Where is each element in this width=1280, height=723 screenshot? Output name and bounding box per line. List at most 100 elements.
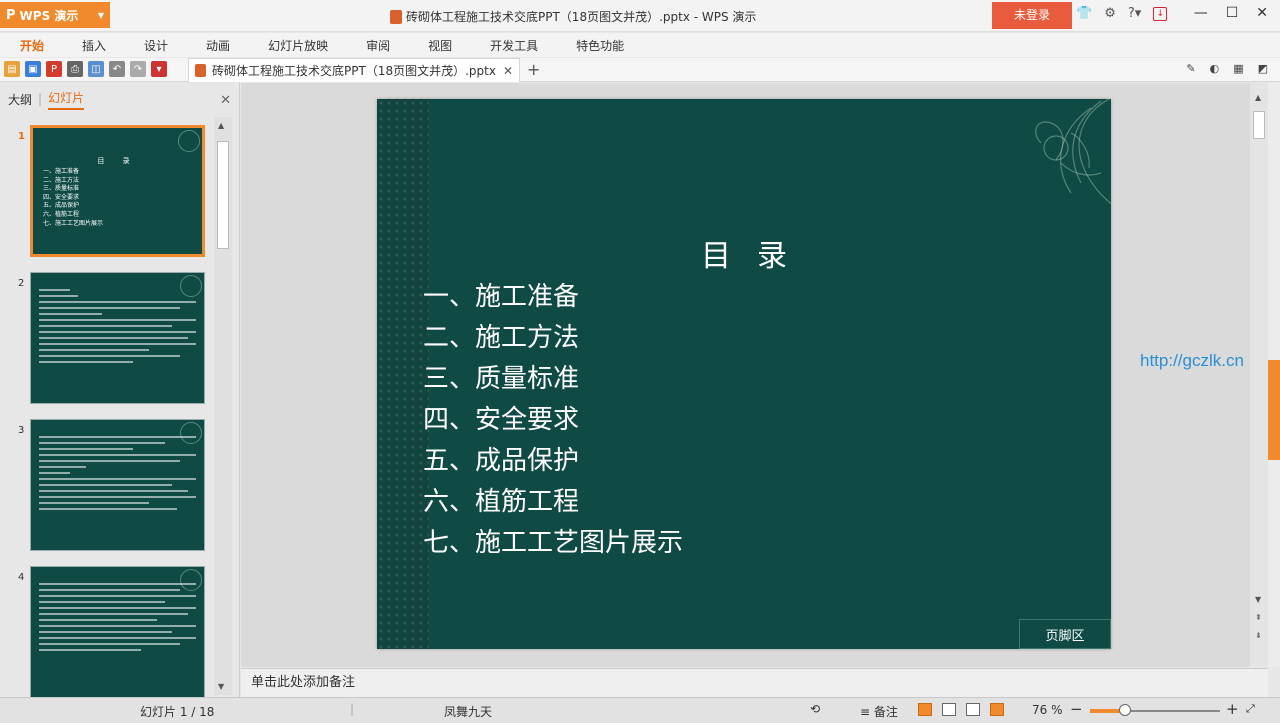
zoom-slider[interactable] [1090,704,1220,716]
theme-name: 凤舞九天 [444,705,493,719]
watermark-url: http://gczlk.cn [1140,351,1244,370]
slide-list-item: 七、施工工艺图片展示 [423,528,684,558]
top-right-icons: 👕 ⚙ ?▾ ↓ [1076,6,1168,21]
window-controls: — ☐ ✕ [1194,5,1268,21]
fullscreen-icon[interactable]: ◩ [1258,62,1268,75]
file-info-icon[interactable]: ◐ [1210,62,1220,75]
menu-view[interactable]: 视图 [428,37,452,54]
thumbnail-text-lines [39,289,196,367]
redo-icon[interactable]: ↷ [130,61,146,77]
presentation-file-icon [390,9,402,24]
main-scrollbar[interactable]: ▲ ▼ ⇞ ⇟ [1250,83,1268,667]
undo-icon[interactable]: ↶ [109,61,125,77]
tab-separator: | [38,92,43,106]
slide-thumbnail-row[interactable]: 2 [0,272,214,408]
scroll-down-icon[interactable]: ▼ [1255,595,1261,604]
ribbon-menu-bar: 开始 插入 设计 动画 幻灯片放映 审阅 视图 开发工具 特色功能 [0,33,1280,57]
minimize-icon[interactable]: — [1194,5,1208,21]
zoom-out-icon[interactable]: − [1070,700,1083,718]
scroll-up-icon[interactable]: ▲ [218,121,224,130]
slide-sorter-view-icon[interactable] [942,703,956,716]
scroll-up-icon[interactable]: ▲ [1255,93,1261,102]
thumbnail-text-lines [39,436,196,514]
menu-developer[interactable]: 开发工具 [490,37,538,54]
close-icon[interactable]: ✕ [1256,5,1268,21]
slide-thumbnail[interactable]: 目 录 一、施工准备 二、施工方法 三、质量标准 四、安全要求 五、成品保护 六… [30,125,205,257]
thumbnail-scrollbar[interactable]: ▲ ▼ [214,117,232,695]
zoom-slider-knob[interactable] [1119,704,1131,716]
slide-counter: 幻灯片 1 / 18 [140,705,215,719]
next-slide-icon[interactable]: ⇟ [1255,631,1262,640]
slide-thumbnail[interactable] [30,272,205,404]
login-button[interactable]: 未登录 [992,2,1072,29]
slide-list-item: 六、植筋工程 [423,487,580,517]
thumbnail-text-lines [39,583,196,655]
slide-number: 3 [18,425,25,436]
slide-thumbnail-row[interactable]: 3 [0,419,214,555]
close-tab-icon[interactable]: ✕ [503,64,513,78]
thumbnail-item: 一、施工准备 [43,168,80,175]
footer-placeholder[interactable]: 页脚区 [1019,619,1111,649]
print-icon[interactable]: ⎙ [67,61,83,77]
document-tab-label: 砖砌体工程施工技术交底PPT（18页图文并茂）.pptx [212,64,496,78]
slide-thumbnail-row[interactable]: 1 目 录 一、施工准备 二、施工方法 三、质量标准 四、安全要求 五、成品保护… [0,125,214,261]
scroll-down-icon[interactable]: ▼ [218,682,224,691]
save-icon[interactable]: ▣ [25,61,41,77]
app-menu-label: WPS 演示 [19,8,79,23]
normal-view-icon[interactable] [918,703,932,716]
maximize-icon[interactable]: ☐ [1226,5,1239,21]
history-icon[interactable]: ⟲ [810,702,820,716]
menu-design[interactable]: 设计 [144,37,168,54]
document-tab[interactable]: 砖砌体工程施工技术交底PPT（18页图文并茂）.pptx ✕ [188,58,520,82]
help-icon[interactable]: ?▾ [1128,6,1141,21]
print-preview-icon[interactable]: ◫ [88,61,104,77]
menu-review[interactable]: 审阅 [366,37,390,54]
wps-app-menu-button[interactable]: P WPS 演示 ▼ [0,2,110,28]
close-pane-icon[interactable]: ✕ [220,93,231,108]
slide-list-item: 四、安全要求 [423,405,580,435]
previous-slide-icon[interactable]: ⇞ [1255,613,1262,622]
zoom-level[interactable]: 76 % [1032,703,1063,717]
task-pane-toggle[interactable] [1268,360,1280,460]
notes-label: 备注 [873,705,898,719]
notes-input[interactable]: 单击此处添加备注 [241,668,1268,697]
tab-outline[interactable]: 大纲 [8,91,32,108]
slide-title[interactable]: 目录 [377,231,1111,275]
slide-thumbnail-list: 1 目 录 一、施工准备 二、施工方法 三、质量标准 四、安全要求 五、成品保护… [0,117,214,697]
status-bar: 幻灯片 1 / 18 | 凤舞九天 ⟲ ≡ 备注 76 % − + ⤢ [0,697,1280,723]
layout-icon[interactable]: ▦ [1233,62,1243,75]
export-pdf-icon[interactable]: P [46,61,62,77]
status-divider: | [350,702,355,716]
quick-access-toolbar: ▤ ▣ P ⎙ ◫ ↶ ↷ ▾ 砖砌体工程施工技术交底PPT（18页图文并茂）.… [0,58,1280,82]
zoom-in-icon[interactable]: + [1226,700,1239,718]
thumbnail-item: 二、施工方法 [43,176,80,184]
format-painter-icon[interactable]: ✎ [1186,62,1195,75]
scroll-thumb[interactable] [1253,111,1265,139]
slide-thumbnail[interactable] [30,419,205,551]
menu-home[interactable]: 开始 [20,37,44,54]
tab-slides[interactable]: 幻灯片 [48,89,85,110]
download-icon[interactable]: ↓ [1153,6,1168,21]
slide-thumbnail[interactable] [30,566,205,697]
menu-special-features[interactable]: 特色功能 [576,37,624,54]
current-slide[interactable]: 目录 一、施工准备 二、施工方法 三、质量标准 四、安全要求 五、成品保护 六、… [377,99,1111,649]
skin-shirt-icon[interactable]: 👕 [1076,6,1092,21]
scroll-thumb[interactable] [217,141,229,249]
slide-editing-area: 目录 一、施工准备 二、施工方法 三、质量标准 四、安全要求 五、成品保护 六、… [241,83,1250,667]
slides-pane: 大纲 | 幻灯片 ✕ 1 目 录 一、施工准备 二、施工方法 三、质量标准 四、… [0,83,240,697]
slideshow-play-icon[interactable] [990,703,1004,716]
chevron-down-icon: ▼ [97,10,104,20]
menu-insert[interactable]: 插入 [82,37,106,54]
open-folder-icon[interactable]: ▤ [4,61,20,77]
customize-toolbar-icon[interactable]: ▾ [151,61,167,77]
notes-toggle-button[interactable]: ≡ 备注 [860,703,898,720]
settings-icon[interactable]: ⚙ [1104,6,1116,21]
slide-thumbnail-row[interactable]: 4 [0,566,214,697]
reading-view-icon[interactable] [966,703,980,716]
quick-access-icons: ▤ ▣ P ⎙ ◫ ↶ ↷ ▾ [4,61,167,77]
menu-animation[interactable]: 动画 [206,37,230,54]
slide-content-list[interactable]: 一、施工准备 二、施工方法 三、质量标准 四、安全要求 五、成品保护 六、植筋工… [423,277,683,564]
fit-to-window-icon[interactable]: ⤢ [1246,702,1255,716]
menu-slideshow[interactable]: 幻灯片放映 [268,37,328,54]
new-tab-icon[interactable]: + [527,60,540,79]
